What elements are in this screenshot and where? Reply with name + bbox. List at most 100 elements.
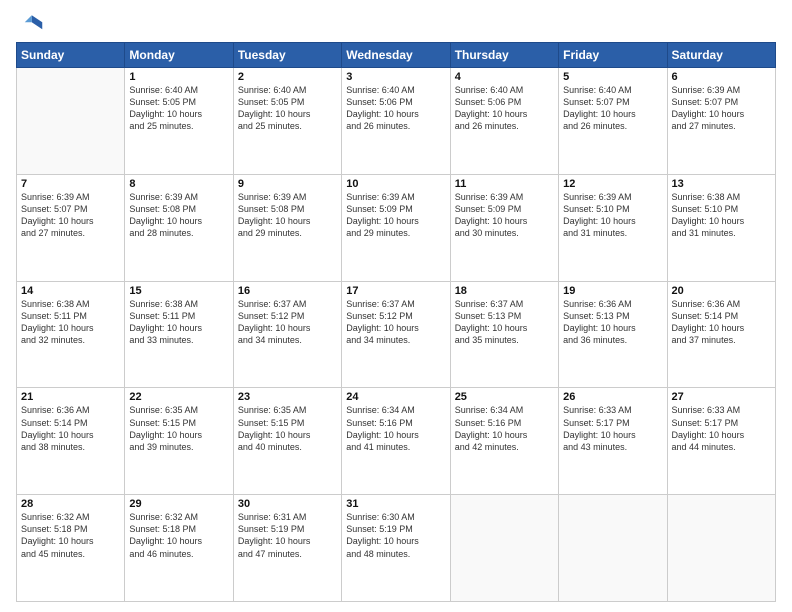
day-info: Sunrise: 6:32 AM Sunset: 5:18 PM Dayligh…	[129, 511, 228, 560]
calendar-cell: 7Sunrise: 6:39 AM Sunset: 5:07 PM Daylig…	[17, 174, 125, 281]
calendar-cell	[559, 495, 667, 602]
calendar-cell: 19Sunrise: 6:36 AM Sunset: 5:13 PM Dayli…	[559, 281, 667, 388]
day-number: 1	[129, 71, 228, 83]
day-info: Sunrise: 6:32 AM Sunset: 5:18 PM Dayligh…	[21, 511, 120, 560]
day-info: Sunrise: 6:40 AM Sunset: 5:06 PM Dayligh…	[455, 84, 554, 133]
day-number: 8	[129, 178, 228, 190]
calendar-cell: 22Sunrise: 6:35 AM Sunset: 5:15 PM Dayli…	[125, 388, 233, 495]
day-number: 23	[238, 391, 337, 403]
day-info: Sunrise: 6:40 AM Sunset: 5:05 PM Dayligh…	[129, 84, 228, 133]
calendar-cell: 13Sunrise: 6:38 AM Sunset: 5:10 PM Dayli…	[667, 174, 775, 281]
logo	[16, 10, 46, 38]
calendar-cell: 26Sunrise: 6:33 AM Sunset: 5:17 PM Dayli…	[559, 388, 667, 495]
day-number: 20	[672, 285, 771, 297]
day-info: Sunrise: 6:35 AM Sunset: 5:15 PM Dayligh…	[129, 404, 228, 453]
day-number: 6	[672, 71, 771, 83]
calendar-day-header: Thursday	[450, 43, 558, 68]
calendar-day-header: Sunday	[17, 43, 125, 68]
calendar-cell: 29Sunrise: 6:32 AM Sunset: 5:18 PM Dayli…	[125, 495, 233, 602]
day-info: Sunrise: 6:37 AM Sunset: 5:13 PM Dayligh…	[455, 298, 554, 347]
day-info: Sunrise: 6:39 AM Sunset: 5:08 PM Dayligh…	[238, 191, 337, 240]
calendar-cell: 5Sunrise: 6:40 AM Sunset: 5:07 PM Daylig…	[559, 68, 667, 175]
calendar-cell	[17, 68, 125, 175]
calendar-cell: 20Sunrise: 6:36 AM Sunset: 5:14 PM Dayli…	[667, 281, 775, 388]
day-number: 31	[346, 498, 445, 510]
day-number: 16	[238, 285, 337, 297]
day-number: 3	[346, 71, 445, 83]
day-info: Sunrise: 6:33 AM Sunset: 5:17 PM Dayligh…	[563, 404, 662, 453]
day-info: Sunrise: 6:40 AM Sunset: 5:07 PM Dayligh…	[563, 84, 662, 133]
day-info: Sunrise: 6:39 AM Sunset: 5:10 PM Dayligh…	[563, 191, 662, 240]
calendar-cell	[667, 495, 775, 602]
calendar-week-row: 14 Sunrise: 6:38 AM Sunset: 5:11 PM Dayli…	[17, 281, 776, 388]
calendar-day-header: Tuesday	[233, 43, 341, 68]
day-info: Sunrise: 6:35 AM Sunset: 5:15 PM Dayligh…	[238, 404, 337, 453]
day-info: Sunrise: 6:40 AM Sunset: 5:05 PM Dayligh…	[238, 84, 337, 133]
calendar-table: SundayMondayTuesdayWednesdayThursdayFrid…	[16, 42, 776, 602]
day-number: 9	[238, 178, 337, 190]
calendar-cell	[450, 495, 558, 602]
day-number: 11	[455, 178, 554, 190]
page: SundayMondayTuesdayWednesdayThursdayFrid…	[0, 0, 792, 612]
day-info: Sunrise: 6:39 AM Sunset: 5:07 PM Dayligh…	[21, 191, 120, 240]
calendar-cell: 27Sunrise: 6:33 AM Sunset: 5:17 PM Dayli…	[667, 388, 775, 495]
day-number: 12	[563, 178, 662, 190]
calendar-header-row: SundayMondayTuesdayWednesdayThursdayFrid…	[17, 43, 776, 68]
calendar-day-header: Wednesday	[342, 43, 450, 68]
calendar-cell: 9Sunrise: 6:39 AM Sunset: 5:08 PM Daylig…	[233, 174, 341, 281]
calendar-cell: 17Sunrise: 6:37 AM Sunset: 5:12 PM Dayli…	[342, 281, 450, 388]
day-number: 21	[21, 391, 120, 403]
calendar-cell: 18Sunrise: 6:37 AM Sunset: 5:13 PM Dayli…	[450, 281, 558, 388]
day-info: Sunrise: 6:39 AM Sunset: 5:08 PM Dayligh…	[129, 191, 228, 240]
calendar-cell: 31Sunrise: 6:30 AM Sunset: 5:19 PM Dayli…	[342, 495, 450, 602]
logo-icon	[16, 10, 44, 38]
calendar-week-row: 7Sunrise: 6:39 AM Sunset: 5:07 PM Daylig…	[17, 174, 776, 281]
day-number: 28	[21, 498, 120, 510]
day-info: Sunrise: 6:34 AM Sunset: 5:16 PM Dayligh…	[455, 404, 554, 453]
day-number: 4	[455, 71, 554, 83]
calendar-cell: 12Sunrise: 6:39 AM Sunset: 5:10 PM Dayli…	[559, 174, 667, 281]
day-info: Sunrise: 6:30 AM Sunset: 5:19 PM Dayligh…	[346, 511, 445, 560]
calendar-day-header: Friday	[559, 43, 667, 68]
day-number: 18	[455, 285, 554, 297]
day-info: Sunrise: 6:39 AM Sunset: 5:09 PM Dayligh…	[455, 191, 554, 240]
calendar-cell: 1Sunrise: 6:40 AM Sunset: 5:05 PM Daylig…	[125, 68, 233, 175]
day-number: 17	[346, 285, 445, 297]
calendar-cell: 10Sunrise: 6:39 AM Sunset: 5:09 PM Dayli…	[342, 174, 450, 281]
day-number: 25	[455, 391, 554, 403]
day-info: Sunrise: 6:33 AM Sunset: 5:17 PM Dayligh…	[672, 404, 771, 453]
day-number: 2	[238, 71, 337, 83]
day-number: 24	[346, 391, 445, 403]
calendar-cell: 30Sunrise: 6:31 AM Sunset: 5:19 PM Dayli…	[233, 495, 341, 602]
day-info: Sunrise: 6:38 AM Sunset: 5:11 PM Dayligh…	[129, 298, 228, 347]
day-number: 30	[238, 498, 337, 510]
calendar-cell: 11Sunrise: 6:39 AM Sunset: 5:09 PM Dayli…	[450, 174, 558, 281]
day-number: 22	[129, 391, 228, 403]
calendar-cell: 24Sunrise: 6:34 AM Sunset: 5:16 PM Dayli…	[342, 388, 450, 495]
calendar-week-row: 21Sunrise: 6:36 AM Sunset: 5:14 PM Dayli…	[17, 388, 776, 495]
day-info: Sunrise: 6:37 AM Sunset: 5:12 PM Dayligh…	[346, 298, 445, 347]
calendar-day-header: Monday	[125, 43, 233, 68]
calendar-cell: 14Sunrise: 6:38 AM Sunset: 5:11 PM Dayli…	[17, 281, 125, 388]
day-number: 19	[563, 285, 662, 297]
calendar-cell: 2Sunrise: 6:40 AM Sunset: 5:05 PM Daylig…	[233, 68, 341, 175]
header	[16, 10, 776, 38]
calendar-cell: 15Sunrise: 6:38 AM Sunset: 5:11 PM Dayli…	[125, 281, 233, 388]
day-info: Sunrise: 6:37 AM Sunset: 5:12 PM Dayligh…	[238, 298, 337, 347]
calendar-cell: 21Sunrise: 6:36 AM Sunset: 5:14 PM Dayli…	[17, 388, 125, 495]
day-info: Sunrise: 6:36 AM Sunset: 5:14 PM Dayligh…	[672, 298, 771, 347]
day-info: Sunrise: 6:36 AM Sunset: 5:13 PM Dayligh…	[563, 298, 662, 347]
day-info: Sunrise: 6:38 AM Sunset: 5:10 PM Dayligh…	[672, 191, 771, 240]
calendar-cell: 16Sunrise: 6:37 AM Sunset: 5:12 PM Dayli…	[233, 281, 341, 388]
day-number: 14	[21, 285, 120, 297]
calendar-cell: 3Sunrise: 6:40 AM Sunset: 5:06 PM Daylig…	[342, 68, 450, 175]
day-number: 29	[129, 498, 228, 510]
day-number: 13	[672, 178, 771, 190]
day-info: Sunrise: 6:31 AM Sunset: 5:19 PM Dayligh…	[238, 511, 337, 560]
day-info: Sunrise: 6:34 AM Sunset: 5:16 PM Dayligh…	[346, 404, 445, 453]
day-info: Sunrise: 6:39 AM Sunset: 5:07 PM Dayligh…	[672, 84, 771, 133]
day-info: Sunrise: 6:36 AM Sunset: 5:14 PM Dayligh…	[21, 404, 120, 453]
day-info: Sunrise: 6:40 AM Sunset: 5:06 PM Dayligh…	[346, 84, 445, 133]
day-info: Sunrise: 6:39 AM Sunset: 5:09 PM Dayligh…	[346, 191, 445, 240]
calendar-cell: 4Sunrise: 6:40 AM Sunset: 5:06 PM Daylig…	[450, 68, 558, 175]
